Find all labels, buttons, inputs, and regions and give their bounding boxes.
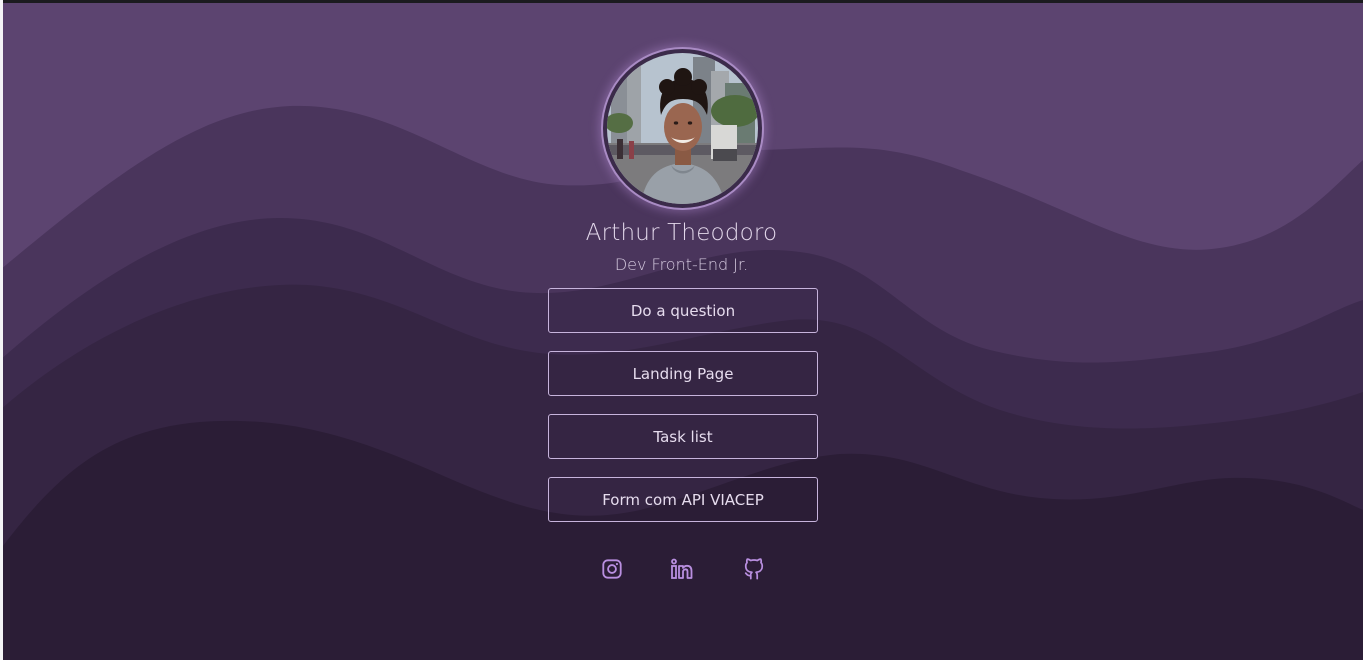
window-top-edge bbox=[0, 0, 1363, 3]
linkedin-link[interactable] bbox=[669, 556, 695, 582]
page: Arthur Theodoro Dev Front-End Jr. Do a q… bbox=[0, 0, 1363, 660]
form-api-viacep-button[interactable]: Form com API VIACEP bbox=[548, 477, 818, 522]
profile-card: Arthur Theodoro Dev Front-End Jr. Do a q… bbox=[0, 0, 1363, 660]
linkedin-icon bbox=[671, 558, 693, 579]
instagram-icon bbox=[602, 559, 622, 579]
task-list-button[interactable]: Task list bbox=[548, 414, 818, 459]
github-icon bbox=[744, 558, 764, 580]
window-left-edge bbox=[0, 0, 3, 660]
landing-page-button[interactable]: Landing Page bbox=[548, 351, 818, 396]
instagram-link[interactable] bbox=[599, 556, 625, 582]
profile-photo-image bbox=[607, 53, 758, 204]
do-a-question-button[interactable]: Do a question bbox=[548, 288, 818, 333]
profile-role: Dev Front-End Jr. bbox=[614, 255, 749, 274]
avatar bbox=[607, 53, 758, 204]
profile-name: Arthur Theodoro bbox=[585, 220, 778, 246]
github-link[interactable] bbox=[741, 556, 767, 582]
